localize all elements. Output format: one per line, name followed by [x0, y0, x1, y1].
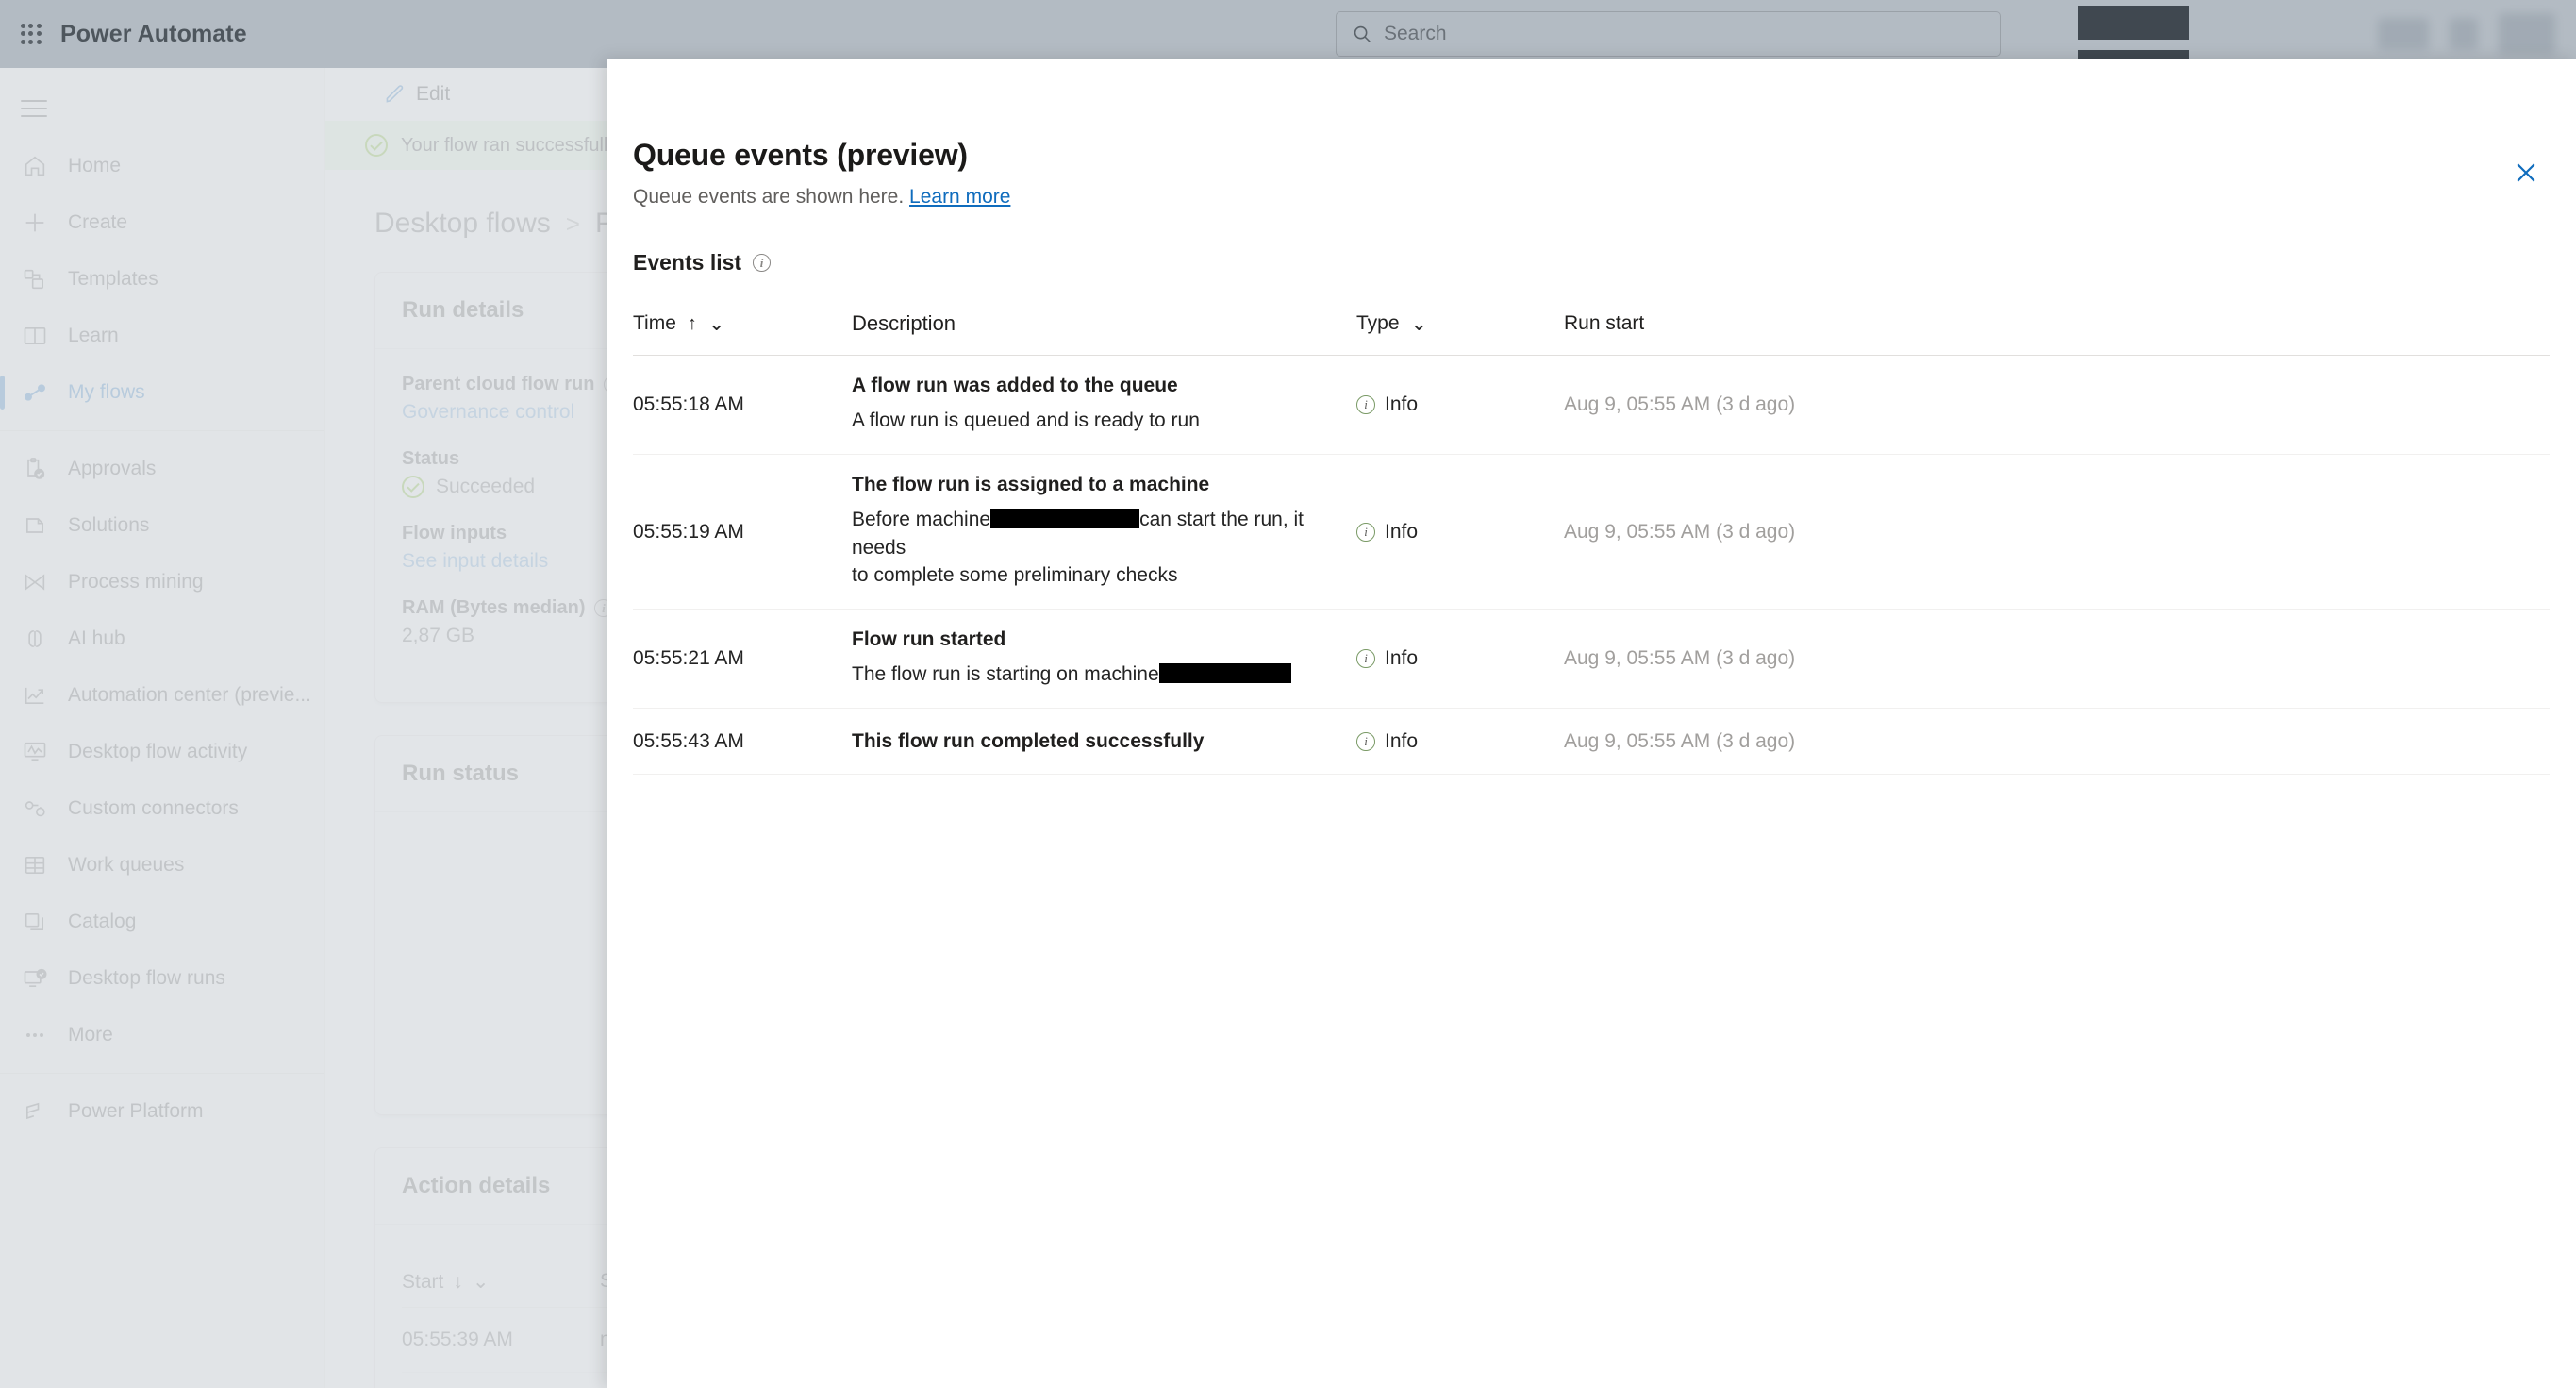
cell-time: 05:55:19 AM	[633, 520, 744, 543]
table-row[interactable]: 05:55:43 AM This flow run completed succ…	[633, 709, 2550, 776]
event-description: The flow run is starting on machine	[852, 661, 1356, 689]
type-label: Info	[1385, 520, 1419, 543]
panel-subtitle: Queue events are shown here. Learn more	[633, 186, 1010, 209]
queue-events-panel: Queue events (preview) Queue events are …	[607, 59, 2576, 1388]
events-table: Time ↑ ⌄ Description Type ⌄ Run start 05…	[633, 311, 2550, 776]
cell-type: i Info	[1356, 393, 1564, 416]
event-description: A flow run is queued and is ready to run	[852, 407, 1356, 435]
column-header-description[interactable]: Description	[852, 311, 1356, 336]
event-description: Before machine can start the run, it need…	[852, 506, 1356, 590]
cell-type: i Info	[1356, 521, 1564, 543]
modal-scrim-light[interactable]	[0, 68, 607, 1388]
column-header-time[interactable]: Time ↑ ⌄	[633, 312, 852, 336]
info-icon: i	[1356, 522, 1375, 542]
desc-before: The flow run is starting on machine	[852, 663, 1159, 686]
sort-up-arrow-icon: ↑	[687, 312, 697, 334]
cell-time: 05:55:21 AM	[633, 647, 744, 670]
table-row[interactable]: 05:55:19 AM The flow run is assigned to …	[633, 455, 2550, 610]
cell-description: A flow run was added to the queue A flow…	[852, 375, 1356, 435]
desc-line2: to complete some preliminary checks	[852, 564, 1178, 587]
cell-time: 05:55:43 AM	[633, 729, 744, 752]
redacted-machine-name	[1158, 663, 1291, 684]
cell-run-start: Aug 9, 05:55 AM (3 d ago)	[1564, 729, 1796, 752]
events-list-section-label: Events list i	[633, 250, 772, 276]
event-title: This flow run completed successfully	[852, 729, 1205, 752]
cell-description: The flow run is assigned to a machine Be…	[852, 474, 1356, 590]
page-title: Queue events (preview)	[633, 138, 968, 172]
cell-description: Flow run started The flow run is startin…	[852, 628, 1356, 689]
close-panel-button[interactable]	[2504, 151, 2548, 194]
type-label: Info	[1385, 729, 1419, 752]
desc-before: Before machine	[852, 508, 991, 530]
info-icon[interactable]: i	[753, 254, 772, 272]
events-table-header: Time ↑ ⌄ Description Type ⌄ Run start	[633, 311, 2550, 356]
column-header-type[interactable]: Type ⌄	[1356, 312, 1564, 336]
column-header-run-start[interactable]: Run start	[1564, 312, 2550, 335]
panel-subtitle-text: Queue events are shown here.	[633, 186, 905, 208]
info-icon: i	[1356, 649, 1375, 669]
cell-time: 05:55:18 AM	[633, 393, 744, 415]
type-label: Info	[1385, 647, 1419, 670]
type-label: Info	[1385, 393, 1419, 415]
redacted-machine-name	[990, 508, 1140, 528]
cell-run-start: Aug 9, 05:55 AM (3 d ago)	[1564, 647, 1796, 670]
learn-more-link[interactable]: Learn more	[909, 186, 1010, 208]
cell-description: This flow run completed successfully	[852, 730, 1356, 753]
event-title: Flow run started	[852, 628, 1006, 651]
event-title: A flow run was added to the queue	[852, 375, 1178, 396]
table-row[interactable]: 05:55:18 AM A flow run was added to the …	[633, 356, 2550, 455]
cell-run-start: Aug 9, 05:55 AM (3 d ago)	[1564, 520, 1796, 543]
cell-type: i Info	[1356, 647, 1564, 670]
info-icon: i	[1356, 394, 1375, 414]
screen: Power Automate Search	[0, 0, 2576, 1388]
event-title: The flow run is assigned to a machine	[852, 473, 1210, 495]
cell-type: i Info	[1356, 730, 1564, 753]
desc-before: A flow run is queued and is ready to run	[852, 410, 1200, 431]
table-row[interactable]: 05:55:21 AM Flow run started The flow ru…	[633, 610, 2550, 710]
chevron-down-icon[interactable]: ⌄	[708, 312, 725, 336]
chevron-down-icon[interactable]: ⌄	[1411, 312, 1428, 336]
info-icon: i	[1356, 731, 1375, 751]
cell-run-start: Aug 9, 05:55 AM (3 d ago)	[1564, 393, 1796, 415]
close-icon	[2517, 163, 2535, 182]
